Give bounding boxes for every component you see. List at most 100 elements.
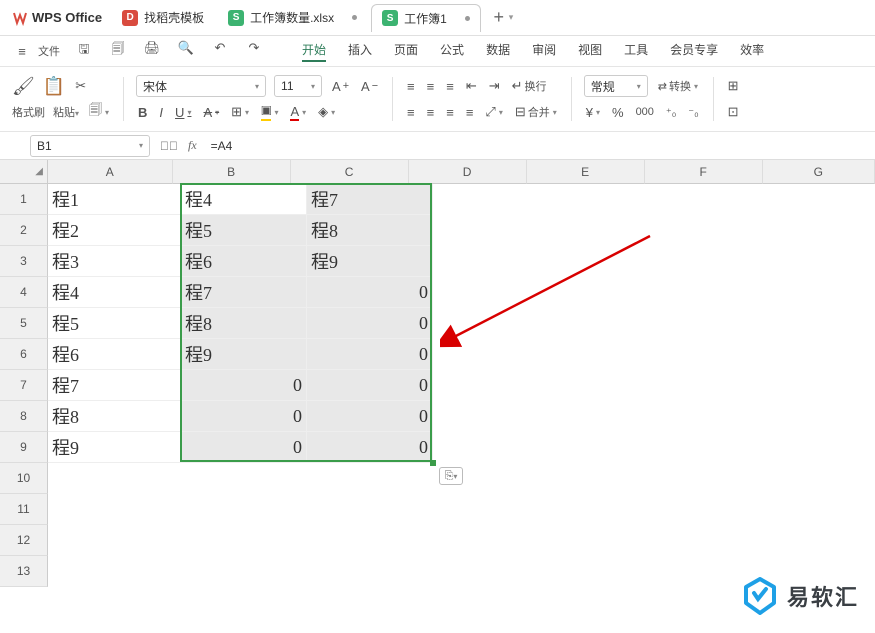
cell-A2[interactable]: 程2 <box>48 215 181 246</box>
row-header-13[interactable]: 13 <box>0 556 48 587</box>
convert-button[interactable]: ⇄转换▾ <box>656 76 700 96</box>
cell-C9[interactable]: 0 <box>307 432 433 463</box>
col-header-G[interactable]: G <box>763 160 875 184</box>
italic-button[interactable]: I <box>157 103 165 122</box>
cut-button[interactable]: ✂ <box>73 76 88 96</box>
tab-efficiency[interactable]: 效率 <box>740 41 764 62</box>
row-header-4[interactable]: 4 <box>0 277 48 308</box>
tab-formula[interactable]: 公式 <box>440 41 464 62</box>
strike-button[interactable]: A▾ <box>201 103 221 122</box>
row-header-6[interactable]: 6 <box>0 339 48 370</box>
cell-C3[interactable]: 程9 <box>307 246 433 277</box>
borders-button[interactable]: ⊞▾ <box>229 102 251 122</box>
row-header-5[interactable]: 5 <box>0 308 48 339</box>
tab-templates[interactable]: D 找稻壳模板 <box>112 4 214 32</box>
tab-view[interactable]: 视图 <box>578 41 602 62</box>
cancel-formula-icon[interactable]: ✕⃝ <box>160 139 178 153</box>
name-box[interactable]: B1 ▾ <box>30 135 150 157</box>
export-icon[interactable]: 🗐 <box>108 40 128 62</box>
save-icon[interactable]: 🖫 <box>74 40 94 62</box>
tab-tools[interactable]: 工具 <box>624 41 648 62</box>
row-header-10[interactable]: 10 <box>0 463 48 494</box>
col-header-A[interactable]: A <box>48 160 173 184</box>
cell-C5[interactable]: 0 <box>307 308 433 339</box>
currency-button[interactable]: ¥▾ <box>584 103 602 122</box>
cell-B2[interactable]: 程5 <box>181 215 307 246</box>
paste-label[interactable]: 粘贴▾ <box>53 104 79 120</box>
indent-dec-button[interactable]: ⇤ <box>464 76 479 96</box>
spreadsheet-grid[interactable]: ◢ ABCDEFG 12345678910111213 程1程2程3程4程5程6… <box>0 160 875 600</box>
row-header-12[interactable]: 12 <box>0 525 48 556</box>
cell-A3[interactable]: 程3 <box>48 246 181 277</box>
row-header-11[interactable]: 11 <box>0 494 48 525</box>
tab-home[interactable]: 开始 <box>302 41 326 62</box>
clear-format-button[interactable]: ◈▾ <box>316 102 337 122</box>
tab-workbook-count[interactable]: S 工作簿数量.xlsx <box>218 4 367 32</box>
cell-C7[interactable]: 0 <box>307 370 433 401</box>
undo-icon[interactable]: ↶ <box>210 40 230 62</box>
cell-C8[interactable]: 0 <box>307 401 433 432</box>
cell-B7[interactable]: 0 <box>181 370 307 401</box>
cell-C6[interactable]: 0 <box>307 339 433 370</box>
cell-C4[interactable]: 0 <box>307 277 433 308</box>
shrink-font-button[interactable]: A− <box>359 77 380 96</box>
paste-button[interactable]: 📋 <box>43 76 65 97</box>
cell-B1[interactable]: 程4 <box>181 184 307 215</box>
justify-button[interactable]: ≡ <box>464 103 476 122</box>
rows-cols-button[interactable]: ⊞ <box>726 76 741 96</box>
hamburger-icon[interactable]: ≡ <box>12 44 32 59</box>
tab-workbook1[interactable]: S 工作簿1 <box>371 4 481 32</box>
percent-button[interactable]: % <box>610 103 626 122</box>
cell-B9[interactable]: 0 <box>181 432 307 463</box>
bold-button[interactable]: B <box>136 103 149 122</box>
comma-button[interactable]: 000 <box>634 104 656 120</box>
underline-button[interactable]: U▾ <box>173 103 193 122</box>
col-header-F[interactable]: F <box>645 160 763 184</box>
font-name-select[interactable]: 宋体▾ <box>136 75 266 97</box>
merge-button[interactable]: ⊟合并▾ <box>513 102 559 122</box>
tab-review[interactable]: 审阅 <box>532 41 556 62</box>
print-icon[interactable]: 🖨 <box>142 40 162 62</box>
row-header-7[interactable]: 7 <box>0 370 48 401</box>
font-size-select[interactable]: 11▾ <box>274 75 322 97</box>
redo-icon[interactable]: ↷ <box>244 40 264 62</box>
cell-A6[interactable]: 程6 <box>48 339 181 370</box>
cell-C1[interactable]: 程7 <box>307 184 433 215</box>
col-header-B[interactable]: B <box>173 160 291 184</box>
format-painter-button[interactable]: 🖌 <box>12 76 35 97</box>
preview-icon[interactable]: 🔍 <box>176 40 196 62</box>
tab-insert[interactable]: 插入 <box>348 41 372 62</box>
indent-inc-button[interactable]: ⇥ <box>487 76 502 96</box>
cell-B5[interactable]: 程8 <box>181 308 307 339</box>
align-middle-button[interactable]: ≡ <box>425 77 437 96</box>
col-header-C[interactable]: C <box>291 160 409 184</box>
row-header-9[interactable]: 9 <box>0 432 48 463</box>
wrap-text-button[interactable]: ↵换行 <box>510 76 549 96</box>
cell-B4[interactable]: 程7 <box>181 277 307 308</box>
number-format-select[interactable]: 常规▾ <box>584 75 648 97</box>
cell-A7[interactable]: 程7 <box>48 370 181 401</box>
row-header-2[interactable]: 2 <box>0 215 48 246</box>
tab-member[interactable]: 会员专享 <box>670 41 718 62</box>
align-left-button[interactable]: ≡ <box>405 103 417 122</box>
file-menu[interactable]: 文件 <box>38 43 60 59</box>
copy-button[interactable]: 🗐▾ <box>87 99 111 125</box>
row-header-1[interactable]: 1 <box>0 184 48 215</box>
cell-C2[interactable]: 程8 <box>307 215 433 246</box>
cell-A8[interactable]: 程8 <box>48 401 181 432</box>
tab-list-chevron-icon[interactable]: ▾ <box>509 12 525 23</box>
cell-A1[interactable]: 程1 <box>48 184 181 215</box>
cell-B3[interactable]: 程6 <box>181 246 307 277</box>
cell-B6[interactable]: 程9 <box>181 339 307 370</box>
fx-icon[interactable]: fx <box>188 138 197 153</box>
format-button[interactable]: ⊡ <box>726 102 741 122</box>
dec-inc-button[interactable]: ⁺₀ <box>664 104 678 121</box>
col-header-E[interactable]: E <box>527 160 645 184</box>
cell-B8[interactable]: 0 <box>181 401 307 432</box>
row-header-3[interactable]: 3 <box>0 246 48 277</box>
select-all-corner[interactable]: ◢ <box>0 160 48 184</box>
align-center-button[interactable]: ≡ <box>425 103 437 122</box>
cell-A4[interactable]: 程4 <box>48 277 181 308</box>
row-header-8[interactable]: 8 <box>0 401 48 432</box>
cell-A5[interactable]: 程5 <box>48 308 181 339</box>
